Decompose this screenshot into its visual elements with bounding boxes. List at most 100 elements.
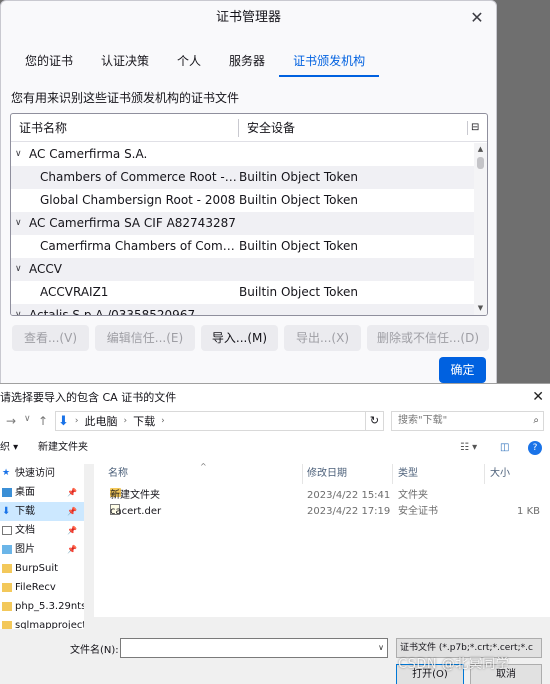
cert-device: Builtin Object Token	[239, 285, 359, 299]
help-icon[interactable]: ?	[528, 441, 542, 455]
document-icon	[2, 526, 12, 535]
breadcrumb-downloads[interactable]: 下载	[133, 413, 155, 429]
twisty-expanded-icon[interactable]: ∨	[15, 212, 29, 235]
address-bar[interactable]: ⬇ › 此电脑 › 下载 › ↻	[55, 411, 384, 431]
refresh-icon[interactable]: ↻	[365, 412, 383, 430]
search-input[interactable]: 搜索"下载" ⌕	[391, 411, 544, 431]
group-label: ACCV	[29, 262, 62, 276]
delete-or-distrust-button[interactable]: 删除或不信任...(D)	[367, 325, 489, 351]
search-icon: ⌕	[533, 415, 539, 426]
tree-row[interactable]: ACCVRAIZ1 Builtin Object Token	[11, 281, 474, 304]
nav-item-folder[interactable]: FileRecv	[0, 578, 94, 597]
tab-authentication-decisions[interactable]: 认证决策	[87, 45, 163, 77]
tree-group[interactable]: ∨ AC Camerfirma S.A.	[11, 143, 474, 166]
column-separator[interactable]	[302, 464, 303, 484]
nav-pane-scrollbar[interactable]	[84, 464, 94, 629]
scroll-down-icon[interactable]: ▼	[476, 304, 485, 313]
tree-row[interactable]: Chambers of Commerce Root - 2… Builtin O…	[11, 166, 474, 189]
navigation-bar: → ∨ ↑ ⬇ › 此电脑 › 下载 › ↻ 搜索"下载" ⌕	[0, 411, 550, 433]
watermark: CSDN @北冥同学	[398, 657, 510, 672]
pin-icon: 📌	[67, 488, 77, 497]
nav-item-folder[interactable]: php_5.3.29nts	[0, 597, 94, 616]
nav-item-label: php_5.3.29nts	[15, 601, 87, 612]
tree-header: 证书名称 安全设备 ⊟	[11, 114, 487, 142]
view-mode-icon[interactable]: ☷ ▾	[460, 433, 477, 463]
nav-item-label: 图片	[15, 544, 35, 555]
edit-trust-button[interactable]: 编辑信任...(E)	[95, 325, 195, 351]
tree-scrollbar[interactable]: ▲ ▼	[474, 143, 487, 315]
star-icon: ★	[2, 468, 11, 478]
tree-row[interactable]: Camerfirma Chambers of Comme… Builtin Ob…	[11, 235, 474, 258]
scrollbar-thumb[interactable]	[477, 157, 484, 169]
filename-label: 文件名(N):	[70, 645, 119, 656]
tree-group[interactable]: ∨ AC Camerfirma SA CIF A82743287	[11, 212, 474, 235]
cert-device: Builtin Object Token	[239, 170, 359, 184]
column-header-device[interactable]: 安全设备	[239, 114, 459, 142]
nav-item-desktop[interactable]: 桌面 📌	[0, 483, 94, 502]
column-separator[interactable]	[392, 464, 393, 484]
nav-item-documents[interactable]: 文档 📌	[0, 521, 94, 540]
filename-input[interactable]: ∨	[120, 638, 388, 658]
new-folder-button[interactable]: 新建文件夹	[38, 433, 88, 463]
file-modified: 2023/4/22 15:41	[307, 490, 391, 501]
tab-authorities[interactable]: 证书颁发机构	[279, 45, 380, 77]
tab-your-certificates[interactable]: 您的证书	[11, 45, 87, 77]
column-header-name[interactable]: 名称	[108, 464, 128, 484]
up-icon[interactable]: ↑	[38, 414, 48, 428]
twisty-expanded-icon[interactable]: ∨	[15, 143, 29, 166]
organize-button[interactable]: 织 ▾	[0, 433, 18, 463]
ok-button[interactable]: 确定	[439, 357, 486, 383]
close-icon[interactable]: ✕	[532, 384, 544, 411]
column-header-size[interactable]: 大小	[490, 464, 510, 484]
tree-group[interactable]: ∨ Actalis S.p.A./03358520967	[11, 304, 474, 315]
nav-item-label: 文档	[15, 525, 35, 536]
file-type: 安全证书	[398, 506, 438, 517]
back-icon[interactable]: →	[6, 414, 16, 428]
recent-locations-icon[interactable]: ∨	[24, 414, 31, 424]
tree-row[interactable]: Global Chambersign Root - 2008 Builtin O…	[11, 189, 474, 212]
breadcrumb-this-pc[interactable]: 此电脑	[85, 413, 118, 429]
import-button[interactable]: 导入...(M)	[201, 325, 278, 351]
file-list-scrollbar[interactable]	[94, 617, 550, 629]
download-icon: ⬇	[2, 506, 11, 517]
folder-icon	[2, 564, 12, 573]
cert-name: Global Chambersign Root - 2008	[40, 193, 236, 207]
breadcrumb-separator-icon: ›	[123, 416, 128, 426]
nav-item-downloads[interactable]: ⬇ 下载 📌	[0, 502, 94, 521]
nav-item-label: BurpSuit	[15, 563, 59, 574]
tab-people[interactable]: 个人	[163, 45, 215, 77]
nav-item-quick-access[interactable]: ★ 快速访问	[0, 464, 94, 483]
file-row[interactable]: cacert.der 2023/4/22 17:19 安全证书 1 KB	[94, 504, 550, 520]
column-header-name[interactable]: 证书名称	[11, 118, 239, 137]
column-picker-icon[interactable]: ⊟	[467, 121, 481, 135]
close-icon[interactable]: ✕	[466, 7, 488, 29]
tree-group[interactable]: ∨ ACCV	[11, 258, 474, 281]
cert-name: Chambers of Commerce Root - 2…	[40, 170, 239, 184]
file-modified: 2023/4/22 17:19	[307, 506, 391, 517]
nav-item-folder[interactable]: BurpSuit	[0, 559, 94, 578]
twisty-expanded-icon[interactable]: ∨	[15, 258, 29, 281]
file-dialog-title-text: 请选择要导入的包含 CA 证书的文件	[0, 391, 177, 404]
export-button[interactable]: 导出...(X)	[284, 325, 361, 351]
certificate-tree: 证书名称 安全设备 ⊟ ∨ AC Camerfirma S.A. Chamber…	[10, 113, 488, 316]
twisty-expanded-icon[interactable]: ∨	[15, 304, 29, 315]
file-open-dialog: 请选择要导入的包含 CA 证书的文件 ✕ → ∨ ↑ ⬇ › 此电脑 › 下载 …	[0, 383, 550, 684]
column-header-modified[interactable]: 修改日期	[307, 464, 347, 484]
folder-icon	[2, 583, 12, 592]
file-row[interactable]: 新建文件夹 2023/4/22 15:41 文件夹	[94, 488, 550, 504]
nav-item-label: 下载	[15, 506, 35, 517]
dialog-title-text: 证书管理器	[215, 10, 281, 25]
chevron-down-icon[interactable]: ∨	[378, 639, 384, 657]
organize-label: 织	[0, 442, 10, 453]
view-button[interactable]: 查看...(V)	[12, 325, 89, 351]
action-buttons: 查看...(V) 编辑信任...(E) 导入...(M) 导出...(X) 删除…	[12, 325, 489, 351]
scroll-up-icon[interactable]: ▲	[476, 145, 485, 154]
search-placeholder: 搜索"下载"	[398, 415, 448, 426]
tab-servers[interactable]: 服务器	[215, 45, 279, 77]
file-dialog-body: ★ 快速访问 桌面 📌 ⬇ 下载 📌 文档 📌 图片 📌 BurpSuit Fi…	[0, 462, 550, 631]
nav-item-pictures[interactable]: 图片 📌	[0, 540, 94, 559]
preview-pane-icon[interactable]: ◫	[500, 433, 509, 463]
column-header-type[interactable]: 类型	[398, 464, 418, 484]
column-separator[interactable]	[484, 464, 485, 484]
tab-bar: 您的证书 认证决策 个人 服务器 证书颁发机构	[11, 45, 380, 77]
